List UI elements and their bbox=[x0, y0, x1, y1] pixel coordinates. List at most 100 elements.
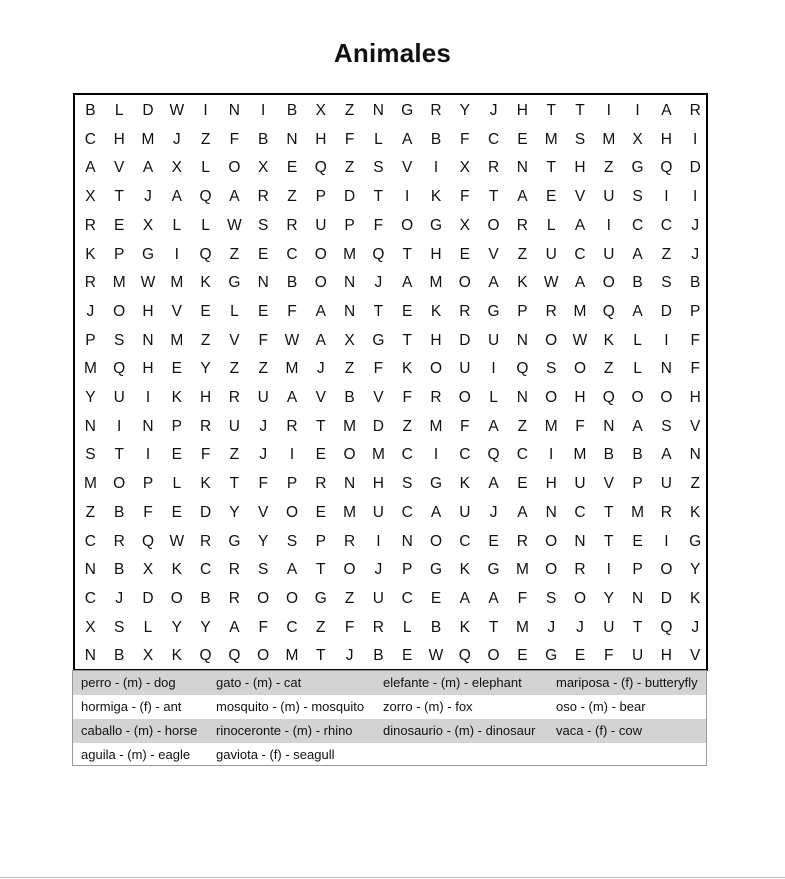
grid-letter: J bbox=[489, 503, 498, 521]
grid-letter: W bbox=[572, 331, 588, 349]
grid-letter: I bbox=[664, 532, 669, 550]
grid-letter: K bbox=[200, 475, 211, 493]
grid-letter: O bbox=[545, 389, 558, 406]
grid-letter: F bbox=[344, 618, 355, 636]
grid-letter: Q bbox=[199, 245, 212, 263]
grid-letter: C bbox=[660, 216, 672, 234]
grid-letter: O bbox=[401, 216, 414, 234]
grid-letter: J bbox=[374, 561, 383, 579]
grid-letter: Q bbox=[516, 360, 529, 378]
grid-letter: L bbox=[633, 360, 642, 378]
grid-letter: E bbox=[459, 245, 470, 263]
grid-letter: N bbox=[372, 102, 384, 119]
grid-letter: S bbox=[114, 618, 125, 636]
word-list-item: mariposa - (f) - butteryfly bbox=[556, 675, 698, 690]
grid-letter: L bbox=[489, 389, 498, 406]
grid-letter: G bbox=[228, 274, 241, 292]
grid-letter: J bbox=[345, 647, 354, 665]
grid-letter: D bbox=[343, 188, 356, 206]
grid-letter: N bbox=[343, 475, 356, 493]
grid-letter: V bbox=[690, 417, 701, 435]
grid-letter: O bbox=[113, 475, 126, 493]
grid-letter: Z bbox=[344, 159, 355, 177]
grid-letter: G bbox=[689, 532, 702, 550]
grid-letter: W bbox=[169, 102, 185, 119]
grid-letter: C bbox=[401, 446, 413, 464]
grid-letter: N bbox=[343, 274, 356, 292]
grid-letter: R bbox=[199, 532, 212, 550]
grid-letter: B bbox=[286, 274, 298, 292]
grid-letter: J bbox=[691, 245, 700, 263]
grid-letter: F bbox=[229, 130, 240, 148]
grid-letter: K bbox=[459, 618, 470, 636]
grid-letter: C bbox=[459, 532, 471, 550]
grid-letter: Q bbox=[314, 159, 327, 177]
grid-letter: T bbox=[402, 331, 412, 349]
grid-letter: F bbox=[575, 417, 585, 435]
grid-letter: M bbox=[429, 274, 443, 292]
grid-letter: E bbox=[258, 245, 269, 263]
grid-letter: R bbox=[228, 561, 240, 579]
grid-letter: U bbox=[574, 475, 586, 493]
grid-letter: C bbox=[286, 618, 298, 636]
grid-letter: N bbox=[228, 102, 240, 119]
grid-letter: G bbox=[429, 475, 443, 493]
grid-letter: S bbox=[373, 159, 384, 177]
grid-letter: R bbox=[286, 417, 298, 435]
grid-letter: D bbox=[199, 503, 212, 521]
grid-letter: K bbox=[171, 647, 182, 665]
grid-letter: K bbox=[603, 331, 614, 349]
grid-letter: E bbox=[517, 475, 528, 493]
grid-letter: T bbox=[229, 475, 240, 493]
grid-letter: R bbox=[459, 302, 471, 320]
grid-letter: R bbox=[372, 618, 384, 636]
grid-letter: J bbox=[547, 618, 556, 636]
grid-letter: V bbox=[603, 475, 614, 493]
grid-letter: N bbox=[84, 647, 96, 665]
grid-letter: Z bbox=[85, 503, 96, 521]
grid-letter: C bbox=[84, 130, 96, 148]
grid-letter: U bbox=[257, 389, 269, 406]
grid-letter: P bbox=[632, 561, 643, 579]
grid-letter: A bbox=[632, 302, 643, 320]
grid-letter: C bbox=[199, 561, 212, 579]
grid-letter: J bbox=[115, 589, 124, 607]
grid-letter: F bbox=[460, 417, 470, 435]
grid-letter: E bbox=[171, 360, 182, 378]
grid-letter: M bbox=[544, 417, 558, 435]
grid-letter: U bbox=[603, 618, 615, 636]
grid-letter: W bbox=[140, 274, 156, 292]
grid-letter: A bbox=[286, 561, 298, 579]
grid-letter: R bbox=[228, 589, 240, 607]
grid-letter: O bbox=[660, 389, 673, 406]
grid-letter: T bbox=[316, 647, 326, 665]
grid-letter: I bbox=[664, 331, 669, 349]
grid-letter: G bbox=[487, 561, 500, 579]
grid-letter: M bbox=[515, 561, 529, 579]
grid-letter: T bbox=[488, 188, 499, 206]
grid-letter: M bbox=[83, 360, 97, 378]
grid-letter: O bbox=[113, 302, 126, 320]
grid-letter: Z bbox=[229, 446, 240, 464]
word-list-item: zorro - (m) - fox bbox=[383, 699, 473, 714]
grid-letter: T bbox=[575, 102, 585, 119]
grid-letter: P bbox=[85, 331, 96, 349]
grid-letter: J bbox=[316, 360, 325, 378]
grid-letter: J bbox=[691, 618, 700, 636]
grid-letter: Y bbox=[603, 589, 614, 607]
grid-letter: G bbox=[141, 245, 155, 263]
grid-letter: Y bbox=[200, 618, 211, 636]
grid-letter: G bbox=[429, 561, 443, 579]
grid-letter: H bbox=[430, 331, 442, 349]
grid-letter: X bbox=[142, 561, 154, 579]
grid-letter: K bbox=[430, 302, 442, 320]
grid-letter: K bbox=[171, 389, 182, 406]
grid-letter: I bbox=[433, 159, 439, 177]
grid-letter: B bbox=[85, 102, 96, 119]
grid-letter: M bbox=[112, 274, 126, 292]
grid-letter: P bbox=[315, 188, 326, 206]
grid-letter: D bbox=[660, 302, 672, 320]
grid-letter: Q bbox=[487, 446, 500, 464]
grid-letter: V bbox=[402, 159, 413, 177]
grid-letter: H bbox=[113, 130, 125, 148]
